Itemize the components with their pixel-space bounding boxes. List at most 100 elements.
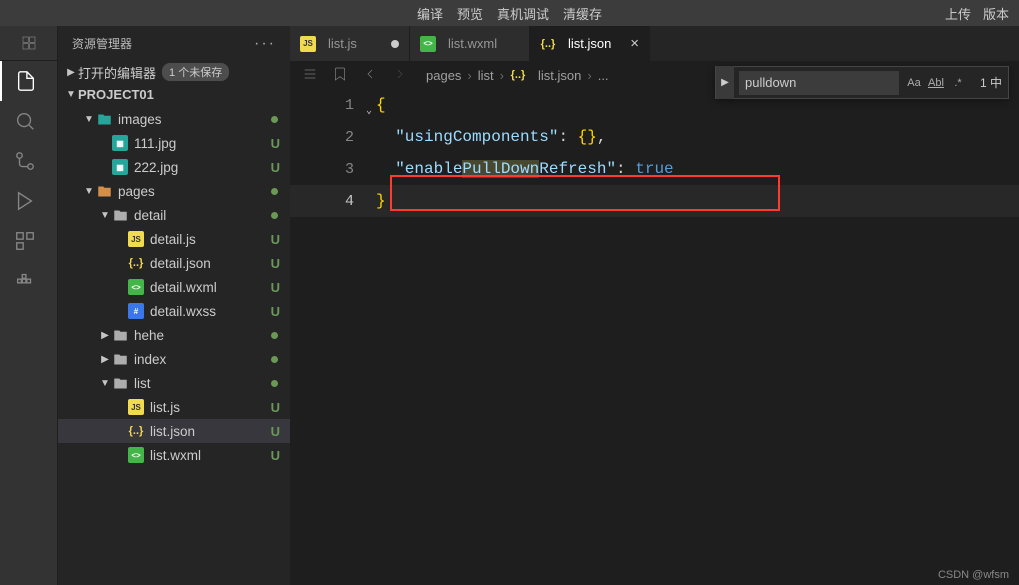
git-dot — [271, 380, 278, 387]
project-root-row[interactable]: ▼ PROJECT01 — [58, 83, 290, 105]
activity-extensions[interactable] — [0, 221, 50, 261]
folder-item[interactable]: ▼ images — [58, 107, 290, 131]
chevron-icon: ▼ — [98, 378, 112, 389]
code-line[interactable]: 4} — [290, 185, 1019, 217]
code-area[interactable]: 1⌄{2 "usingComponents": {},3 "enablePull… — [290, 89, 1019, 585]
editor-area: JSlist.js<>list.wxml{..}list.json× pages… — [290, 26, 1019, 585]
file-item[interactable]: <>list.wxmlU — [58, 443, 290, 467]
line-number: 1⌄ — [290, 97, 376, 114]
breadcrumb-item[interactable]: list.json — [538, 68, 581, 83]
git-dot — [271, 332, 278, 339]
outline-icon[interactable] — [302, 66, 318, 85]
tree-label: hehe — [134, 328, 164, 343]
git-dot — [271, 356, 278, 363]
activity-search[interactable] — [0, 101, 50, 141]
tree-label: detail.wxml — [150, 280, 217, 295]
activity-docker[interactable] — [0, 261, 50, 301]
breadcrumb-sep: › — [587, 68, 591, 83]
top-menu: 编译 预览 真机调试 清缓存 上传 版本 — [0, 0, 1019, 26]
file-item[interactable]: ▦111.jpgU — [58, 131, 290, 155]
chevron-icon: ▶ — [98, 354, 112, 365]
git-status: U — [271, 232, 280, 247]
back-icon[interactable] — [362, 66, 378, 85]
git-status: U — [271, 160, 280, 175]
menu-clear-cache[interactable]: 清缓存 — [563, 4, 602, 23]
tree-label: list.wxml — [150, 448, 201, 463]
git-dot — [271, 188, 278, 195]
chevron-icon: ▼ — [98, 210, 112, 221]
activity-debug[interactable] — [0, 181, 50, 221]
tree-label: list.json — [150, 424, 195, 439]
activity-git[interactable] — [0, 141, 50, 181]
folder-item[interactable]: ▼pages — [58, 179, 290, 203]
activity-explorer[interactable] — [0, 61, 50, 101]
find-match-word[interactable]: Abl — [926, 73, 946, 93]
find-widget: ▶ Aa Abl .* 1 中 — [715, 66, 1009, 99]
code-line[interactable]: 3 "enablePullDownRefresh": true — [290, 153, 1019, 185]
tree-label: images — [118, 112, 162, 127]
chevron-right-icon: ▶ — [64, 67, 78, 78]
file-item[interactable]: JSlist.jsU — [58, 395, 290, 419]
menu-upload[interactable]: 上传 — [945, 4, 971, 23]
tab-label: list.json — [568, 36, 611, 51]
line-number: 4 — [290, 193, 376, 210]
file-item[interactable]: ▦222.jpgU — [58, 155, 290, 179]
app-icon — [0, 26, 58, 61]
forward-icon[interactable] — [392, 66, 408, 85]
bookmark-icon[interactable] — [332, 66, 348, 85]
breadcrumb-item[interactable]: list — [478, 68, 494, 83]
file-item[interactable]: JSdetail.jsU — [58, 227, 290, 251]
tree-label: detail — [134, 208, 166, 223]
open-editors-row[interactable]: ▶ 打开的编辑器 1 个未保存 — [58, 61, 290, 83]
tree-label: list — [134, 376, 151, 391]
breadcrumb[interactable]: pages›list›{..}list.json›... — [426, 67, 609, 83]
menu-compile[interactable]: 编译 — [417, 4, 443, 23]
folder-item[interactable]: ▼ detail — [58, 203, 290, 227]
folder-item[interactable]: ▶index — [58, 347, 290, 371]
close-icon[interactable]: × — [630, 35, 639, 52]
dirty-indicator — [391, 40, 399, 48]
breadcrumb-sep: › — [500, 68, 504, 83]
git-status: U — [271, 256, 280, 271]
file-item[interactable]: <>detail.wxmlU — [58, 275, 290, 299]
find-regex[interactable]: .* — [948, 73, 968, 93]
menu-preview[interactable]: 预览 — [457, 4, 483, 23]
git-status: U — [271, 448, 280, 463]
tab-label: list.wxml — [448, 36, 497, 51]
fold-icon[interactable]: ⌄ — [366, 105, 372, 117]
sidebar-header: 资源管理器 ··· — [58, 26, 290, 61]
find-count: 1 中 — [974, 74, 1008, 91]
tab-list-js[interactable]: JSlist.js — [290, 26, 410, 61]
tab-list-wxml[interactable]: <>list.wxml — [410, 26, 530, 61]
tree-label: 222.jpg — [134, 160, 178, 175]
git-status: U — [271, 136, 280, 151]
file-item[interactable]: #detail.wxssU — [58, 299, 290, 323]
tab-list-json[interactable]: {..}list.json× — [530, 26, 650, 61]
find-match-case[interactable]: Aa — [904, 73, 924, 93]
watermark: CSDN @wfsm — [938, 569, 1009, 581]
git-status: U — [271, 304, 280, 319]
find-input[interactable] — [739, 71, 899, 95]
chevron-down-icon: ▼ — [64, 89, 78, 100]
file-item[interactable]: {..}detail.jsonU — [58, 251, 290, 275]
sidebar: 资源管理器 ··· ▶ 打开的编辑器 1 个未保存 ▼ PROJECT01 ▼ i… — [58, 26, 290, 585]
tree-label: detail.js — [150, 232, 196, 247]
line-content: "enablePullDownRefresh": true — [376, 160, 1019, 178]
folder-item[interactable]: ▼ list — [58, 371, 290, 395]
chevron-icon: ▼ — [82, 114, 96, 125]
file-tree: ▼images▦111.jpgU▦222.jpgU▼pages▼detailJS… — [58, 105, 290, 585]
sidebar-more-icon[interactable]: ··· — [254, 35, 276, 53]
code-line[interactable]: 2 "usingComponents": {}, — [290, 121, 1019, 153]
breadcrumb-item[interactable]: pages — [426, 68, 461, 83]
open-editors-label: 打开的编辑器 — [78, 63, 156, 82]
line-content: } — [376, 192, 1019, 210]
breadcrumb-item[interactable]: ... — [598, 68, 609, 83]
project-name: PROJECT01 — [78, 87, 154, 102]
find-expand-toggle[interactable]: ▶ — [716, 66, 734, 99]
git-status: U — [271, 400, 280, 415]
menu-version[interactable]: 版本 — [983, 4, 1009, 23]
folder-item[interactable]: ▶hehe — [58, 323, 290, 347]
tree-label: pages — [118, 184, 155, 199]
file-item[interactable]: {..}list.jsonU — [58, 419, 290, 443]
menu-debug[interactable]: 真机调试 — [497, 4, 549, 23]
